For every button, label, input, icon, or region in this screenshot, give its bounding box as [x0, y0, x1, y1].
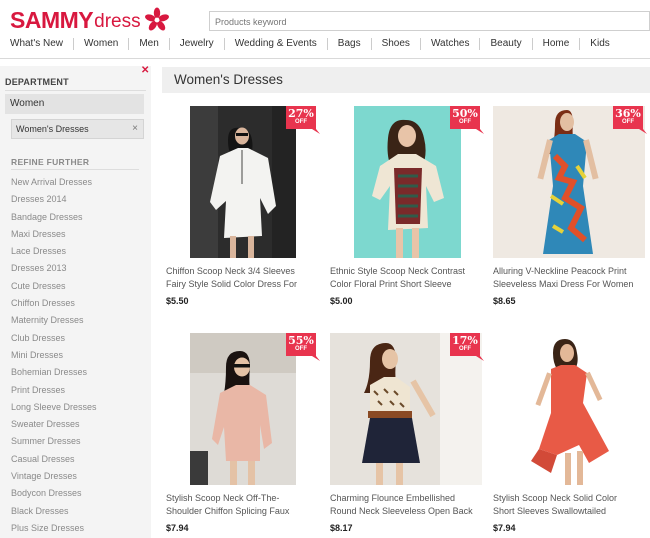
category-link[interactable]: Lace Dresses — [11, 245, 97, 262]
flower-icon — [144, 7, 169, 31]
product-image[interactable] — [190, 333, 296, 485]
remove-filter-icon[interactable]: × — [132, 120, 138, 138]
discount-percent: 27% — [288, 107, 314, 120]
product-name-line: Short Sleeves Swallowtailed — [493, 505, 607, 516]
nav-item-home[interactable]: Home — [533, 38, 581, 50]
product-price: $7.94 — [493, 523, 516, 533]
search-box[interactable] — [209, 11, 650, 31]
search-input[interactable] — [210, 13, 649, 31]
product-name-line: Round Neck Sleeveless Open Back — [330, 505, 473, 516]
product-price: $7.94 — [166, 523, 189, 533]
product-name-line: Sleeveless Maxi Dress For Women — [493, 278, 634, 289]
product-name[interactable]: Alluring V-Neckline Peacock Print Sleeve… — [493, 265, 645, 290]
category-link[interactable]: Casual Dresses — [11, 453, 97, 470]
category-link[interactable]: Plus Size Dresses — [11, 522, 97, 538]
product-price: $8.17 — [330, 523, 353, 533]
discount-off-label: OFF — [459, 119, 471, 125]
department-heading: DEPARTMENT — [5, 77, 69, 87]
discount-percent: 17% — [452, 334, 478, 347]
discount-badge: 36% OFF — [613, 106, 647, 134]
product-name-line: Stylish Scoop Neck Solid Color — [493, 493, 618, 503]
product-image[interactable] — [190, 106, 296, 258]
product-price: $5.50 — [166, 296, 189, 306]
nav-item-kids[interactable]: Kids — [580, 38, 619, 50]
nav-item-watches[interactable]: Watches — [421, 38, 481, 50]
product-name[interactable]: Stylish Scoop Neck Off-The- Shoulder Chi… — [166, 492, 318, 517]
product-image[interactable] — [354, 106, 461, 258]
product-name[interactable]: Charming Flounce Embellished Round Neck … — [330, 492, 482, 517]
category-link[interactable]: New Arrival Dresses — [11, 176, 97, 193]
category-link[interactable]: Cute Dresses — [11, 280, 97, 297]
page-title: Women's Dresses — [162, 67, 650, 93]
nav-item-men[interactable]: Men — [129, 38, 170, 50]
category-link[interactable]: Dresses 2013 — [11, 262, 97, 279]
logo-sub-text: dress — [94, 11, 141, 32]
discount-off-label: OFF — [295, 119, 307, 125]
main-nav: What's New Women Men Jewelry Wedding & E… — [0, 34, 650, 54]
active-filter-tag[interactable]: Women's Dresses × — [11, 119, 144, 139]
nav-item-shoes[interactable]: Shoes — [372, 38, 421, 50]
product-name-line: Chiffon Scoop Neck 3/4 Sleeves — [166, 266, 295, 276]
discount-off-label: OFF — [295, 346, 307, 352]
category-link[interactable]: Vintage Dresses — [11, 470, 97, 487]
refine-heading: REFINE FURTHER — [11, 157, 90, 167]
product-name[interactable]: Ethnic Style Scoop Neck Contrast Color F… — [330, 265, 482, 290]
product-name-line: Ethnic Style Scoop Neck Contrast — [330, 266, 466, 276]
category-link[interactable]: Chiffon Dresses — [11, 297, 97, 314]
category-link[interactable]: Bohemian Dresses — [11, 366, 97, 383]
refine-divider — [11, 169, 139, 170]
category-link[interactable]: Print Dresses — [11, 384, 97, 401]
nav-item-beauty[interactable]: Beauty — [480, 38, 533, 50]
discount-badge: 50% OFF — [450, 106, 484, 134]
product-name-line: Fairy Style Solid Color Dress For — [166, 278, 298, 289]
discount-badge: 27% OFF — [286, 106, 320, 134]
category-link[interactable]: Sweater Dresses — [11, 418, 97, 435]
category-link[interactable]: Summer Dresses — [11, 435, 97, 452]
category-link[interactable]: Club Dresses — [11, 332, 97, 349]
product-name-line: Alluring V-Neckline Peacock Print — [493, 266, 627, 276]
close-icon[interactable]: ✕ — [141, 66, 149, 76]
category-link[interactable]: Black Dresses — [11, 505, 97, 522]
product-name-line: Stylish Scoop Neck Off-The- — [166, 493, 280, 503]
category-list: New Arrival Dresses Dresses 2014 Bandage… — [11, 176, 97, 538]
category-link[interactable]: Dresses 2014 — [11, 193, 97, 210]
department-selected[interactable]: Women — [5, 94, 144, 114]
nav-item-bags[interactable]: Bags — [328, 38, 372, 50]
discount-percent: 50% — [452, 107, 478, 120]
nav-divider — [0, 58, 650, 59]
discount-off-label: OFF — [622, 119, 634, 125]
category-link[interactable]: Mini Dresses — [11, 349, 97, 366]
discount-percent: 36% — [615, 107, 641, 120]
category-link[interactable]: Bodycon Dresses — [11, 487, 97, 504]
discount-badge: 55% OFF — [286, 333, 320, 361]
nav-item-jewelry[interactable]: Jewelry — [170, 38, 225, 50]
category-link[interactable]: Bandage Dresses — [11, 211, 97, 228]
discount-badge: 17% OFF — [450, 333, 484, 361]
logo-main-text: SAMMY — [10, 6, 94, 33]
product-name-line: Charming Flounce Embellished — [330, 493, 456, 503]
product-price: $5.00 — [330, 296, 353, 306]
nav-item-women[interactable]: Women — [74, 38, 130, 50]
discount-percent: 55% — [288, 334, 314, 347]
active-filter-label: Women's Dresses — [16, 124, 89, 134]
product-name-line: Shoulder Chiffon Splicing Faux — [166, 505, 290, 516]
product-name-line: Color Floral Print Short Sleeve — [330, 278, 452, 289]
product-name[interactable]: Stylish Scoop Neck Solid Color Short Sle… — [493, 492, 645, 517]
nav-item-wedding-events[interactable]: Wedding & Events — [225, 38, 328, 50]
category-link[interactable]: Maternity Dresses — [11, 314, 97, 331]
sidebar-divider — [5, 90, 146, 91]
product-image[interactable] — [517, 333, 621, 485]
product-name[interactable]: Chiffon Scoop Neck 3/4 Sleeves Fairy Sty… — [166, 265, 318, 290]
discount-off-label: OFF — [459, 346, 471, 352]
nav-item-whats-new[interactable]: What's New — [0, 38, 75, 50]
product-price: $8.65 — [493, 296, 516, 306]
category-link[interactable]: Maxi Dresses — [11, 228, 97, 245]
category-link[interactable]: Long Sleeve Dresses — [11, 401, 97, 418]
site-logo[interactable]: SAMMY dress — [10, 6, 170, 34]
